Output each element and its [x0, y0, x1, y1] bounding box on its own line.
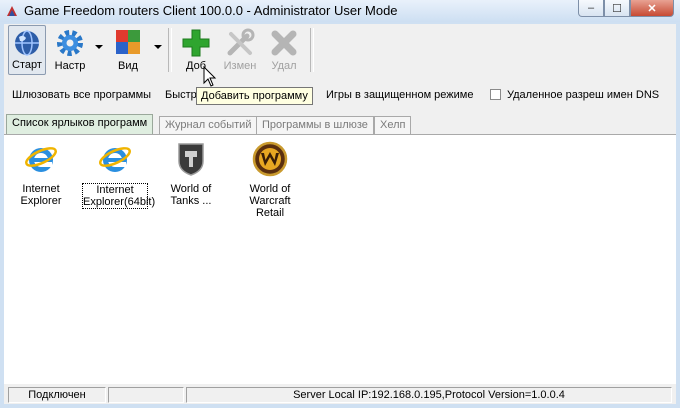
toolbar-separator [310, 28, 314, 72]
item-label: Internet [22, 183, 60, 195]
tab-strip: Список ярлыков программ Журнал событий П… [4, 114, 676, 134]
close-button[interactable]: ✕ [630, 0, 674, 17]
toolbar: Старт Настр Вид Доб Измен Удал [4, 24, 676, 78]
settings-label: Настр [54, 60, 86, 72]
tab-help[interactable]: Хелп [374, 116, 412, 134]
globe-icon [15, 30, 39, 56]
settings-button[interactable]: Настр [50, 25, 90, 75]
minimize-button[interactable]: – [578, 0, 604, 17]
title-bar[interactable]: Game Freedom routers Client 100.0.0 - Ad… [0, 0, 680, 22]
remote-dns-checkbox[interactable] [490, 89, 501, 100]
mouse-cursor-icon [203, 66, 217, 87]
view-button[interactable]: Вид [106, 25, 150, 75]
plus-icon [182, 29, 210, 57]
window-title: Game Freedom routers Client 100.0.0 - Ad… [24, 3, 398, 18]
add-program-tooltip: Добавить программу [196, 87, 313, 105]
list-item[interactable]: Internet Explorer [8, 141, 74, 207]
view-grid-icon [116, 30, 140, 54]
item-label: Internet [96, 184, 134, 196]
tab-shortcuts[interactable]: Список ярлыков программ [6, 114, 154, 134]
view-dropdown-arrow[interactable] [154, 45, 162, 49]
options-bar: Шлюзовать все программы Быстр Игры в защ… [4, 82, 676, 108]
tab-event-log[interactable]: Журнал событий [159, 116, 258, 134]
delete-x-icon [271, 30, 297, 56]
remote-dns-label: Удаленное разреш имен DNS [507, 89, 660, 101]
list-item[interactable]: World of Tanks ... [158, 141, 224, 207]
tab-gateway-programs[interactable]: Программы в шлюзе [256, 116, 374, 134]
remote-dns-option[interactable]: Удаленное разреш имен DNS [490, 89, 659, 101]
app-window: Game Freedom routers Client 100.0.0 - Ad… [0, 0, 680, 408]
item-label: World of [249, 183, 291, 195]
toolbar-separator [168, 28, 172, 72]
view-label: Вид [118, 60, 138, 72]
maximize-button[interactable]: ☐ [604, 0, 630, 17]
settings-dropdown-arrow[interactable] [95, 45, 103, 49]
delete-program-button[interactable]: Удал [264, 25, 304, 75]
item-label: Explorer(64bit) [83, 196, 156, 208]
item-label: World of [170, 183, 212, 195]
status-bar: Подключен Server Local IP:192.168.0.195,… [4, 384, 676, 404]
server-info: Server Local IP:192.168.0.195,Protocol V… [186, 387, 672, 403]
internet-explorer-icon [25, 147, 57, 172]
proxy-all-option[interactable]: Шлюзовать все программы [12, 89, 151, 101]
world-of-tanks-icon [178, 143, 204, 176]
delete-label: Удал [271, 60, 297, 72]
connection-status: Подключен [8, 387, 106, 403]
world-of-warcraft-icon [252, 141, 288, 177]
edit-program-button[interactable]: Измен [220, 25, 260, 75]
edit-label: Измен [223, 60, 257, 72]
games-protected-option[interactable]: Игры в защищенном режиме [326, 89, 473, 101]
list-item[interactable]: World of Warcraft Retail [234, 141, 306, 219]
app-icon [7, 6, 17, 16]
item-label: Explorer [20, 195, 62, 207]
item-label: Warcraft Retail [249, 195, 291, 219]
item-label: Tanks ... [170, 195, 212, 207]
fast-option[interactable]: Быстр [165, 89, 197, 101]
tools-icon [227, 28, 255, 56]
gear-icon [57, 30, 83, 56]
start-label: Старт [12, 59, 42, 71]
program-list: Internet Explorer Internet Explorer(64bit) [4, 134, 676, 385]
status-cell-empty [108, 387, 184, 403]
client-area: Старт Настр Вид Доб Измен Удал Шлюзовать… [4, 24, 676, 404]
list-item[interactable]: Internet Explorer(64bit) [82, 141, 155, 209]
internet-explorer-icon [99, 147, 131, 172]
start-button[interactable]: Старт [8, 25, 46, 75]
